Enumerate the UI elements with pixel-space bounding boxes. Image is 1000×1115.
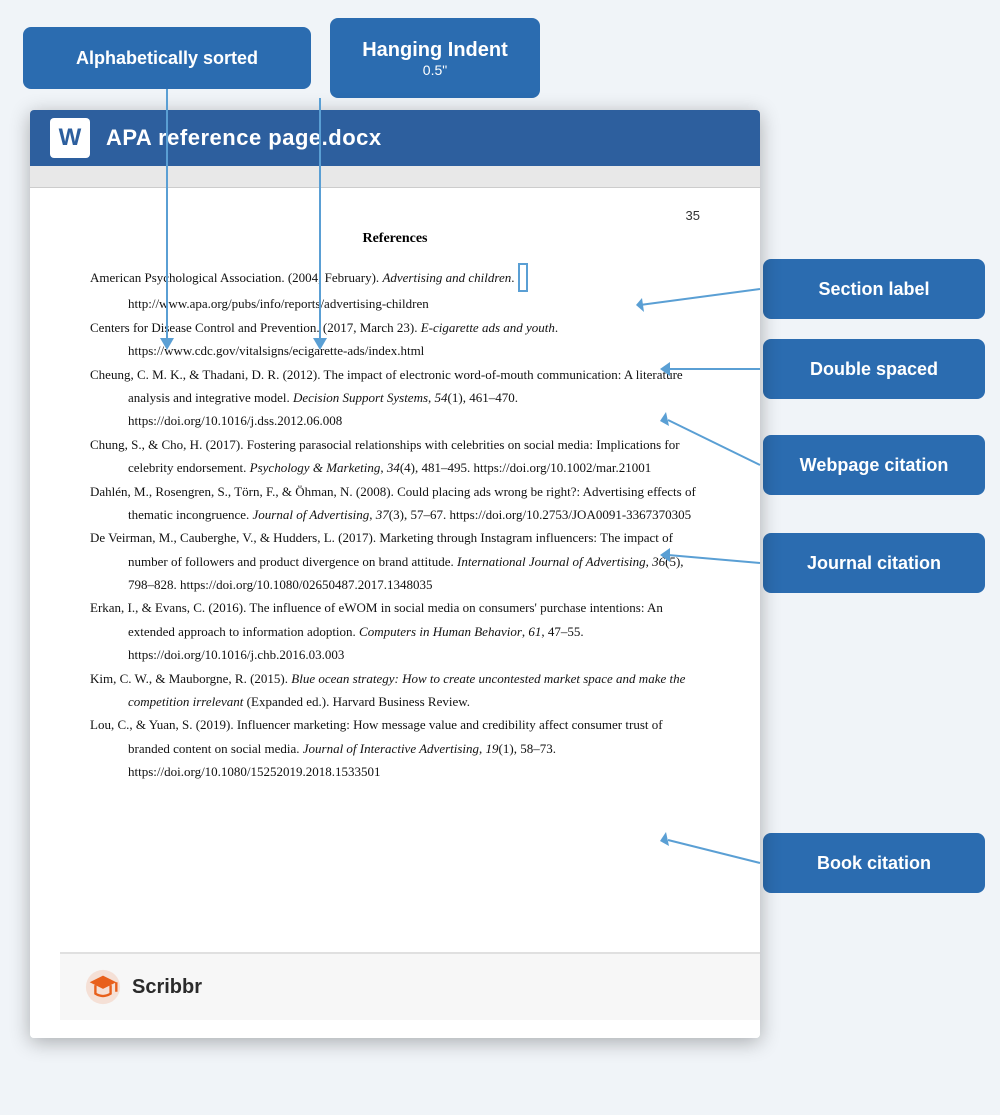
book-citation-label: Book citation	[817, 853, 931, 874]
journal-citation-badge: Journal citation	[763, 533, 985, 593]
ref-entry-6: De Veirman, M., Cauberghe, V., & Hudders…	[90, 526, 700, 596]
word-icon: W	[50, 118, 90, 158]
ref-entry-1: American Psychological Association. (200…	[90, 263, 700, 316]
ref-entry-7: Erkan, I., & Evans, C. (2016). The influ…	[90, 596, 700, 666]
hanging-indent-badge: Hanging Indent 0.5"	[330, 18, 540, 98]
ref-entry-9: Lou, C., & Yuan, S. (2019). Influencer m…	[90, 713, 700, 783]
ruler	[30, 166, 760, 188]
scribbr-brand-text: Scribbr	[132, 976, 202, 999]
double-spaced-badge: Double spaced	[763, 339, 985, 399]
ref-entry-2: Centers for Disease Control and Preventi…	[90, 316, 700, 363]
indent-sub-label: 0.5"	[423, 62, 447, 78]
indent-highlight	[518, 263, 528, 292]
webpage-citation-badge: Webpage citation	[763, 435, 985, 495]
document-body: 35 References American Psychological Ass…	[30, 188, 760, 1038]
book-citation-badge: Book citation	[763, 833, 985, 893]
ref-entry-5: Dahlén, M., Rosengren, S., Törn, F., & Ö…	[90, 480, 700, 527]
webpage-citation-label: Webpage citation	[800, 455, 949, 476]
scribbr-logo-icon	[84, 968, 122, 1006]
ref-entry-8: Kim, C. W., & Mauborgne, R. (2015). Blue…	[90, 667, 700, 714]
ref-entry-3: Cheung, C. M. K., & Thadani, D. R. (2012…	[90, 363, 700, 433]
document-title: APA reference page.docx	[106, 125, 382, 151]
alpha-sorted-badge: Alphabetically sorted	[23, 27, 311, 89]
journal-citation-label: Journal citation	[807, 553, 941, 574]
document-container: W APA reference page.docx 35 References …	[30, 110, 760, 1038]
double-spaced-label: Double spaced	[810, 359, 938, 380]
document-titlebar: W APA reference page.docx	[30, 110, 760, 166]
section-label-text: Section label	[818, 279, 929, 300]
ref-entry-4: Chung, S., & Cho, H. (2017). Fostering p…	[90, 433, 700, 480]
page-number: 35	[90, 208, 700, 223]
word-letter: W	[59, 124, 82, 152]
section-label-badge: Section label	[763, 259, 985, 319]
alpha-sorted-label: Alphabetically sorted	[76, 48, 258, 69]
indent-title-label: Hanging Indent	[362, 39, 508, 62]
references-heading: References	[90, 231, 700, 247]
scribbr-footer: Scribbr	[60, 952, 760, 1020]
